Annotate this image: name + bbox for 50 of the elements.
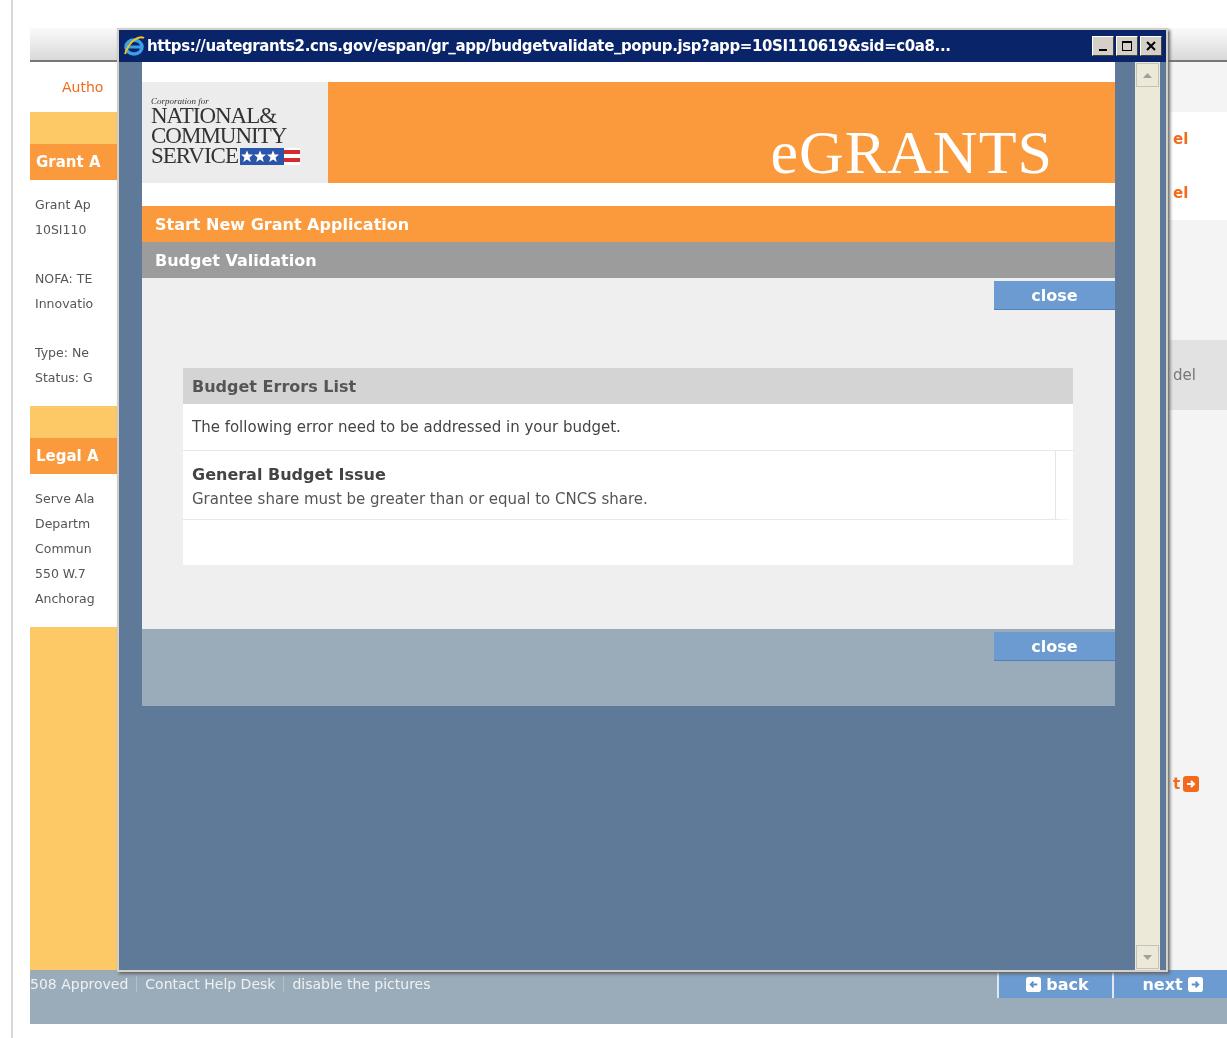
sidebar-text: 550 W.7 <box>35 565 87 583</box>
browser-icon <box>123 35 145 57</box>
logo-caption: Corporation for <box>151 96 209 106</box>
sidebar-text: Serve Ala <box>35 490 96 508</box>
table-header-cell: del <box>1167 340 1227 410</box>
close-button[interactable] <box>1140 36 1162 56</box>
sidebar-text: Departm <box>35 515 92 533</box>
panel-title: Budget Errors List <box>183 368 1073 404</box>
minimize-icon <box>1099 49 1107 51</box>
sidebar-link[interactable]: Autho <box>62 79 104 95</box>
sidebar-text: NOFA: TE <box>35 270 94 288</box>
sidebar-text: Status: G <box>35 369 94 387</box>
minimize-button[interactable] <box>1092 36 1114 56</box>
section-title: Budget Validation <box>155 250 317 270</box>
up-arrow-icon <box>1143 72 1152 78</box>
issue-text: Grantee share must be greater than or equal to CNCS share. <box>192 489 649 510</box>
logo-text: NATIONAL& <box>151 106 277 126</box>
action-link[interactable]: el <box>1173 130 1189 148</box>
nav-title: Start New Grant Application <box>155 214 410 234</box>
flag-icon <box>240 148 300 165</box>
sidebar-text: Grant Ap <box>35 196 92 214</box>
maximize-icon <box>1122 41 1132 51</box>
sidebar-text: 10SI110 <box>35 221 88 239</box>
sidebar-section-title: Grant A <box>30 144 118 180</box>
action-link[interactable]: el <box>1173 184 1189 202</box>
window-title: https://uategrants2.cns.gov/espan/gr_app/budgetvalidate_popup.jsp?app=10SI110619&sid=c0a8... <box>147 37 952 55</box>
footer-link[interactable]: 508 Approved <box>30 976 137 992</box>
panel-text: The following error need to be addressed in your budget. <box>183 404 1073 451</box>
back-button[interactable]: back <box>997 970 1112 998</box>
sidebar-text: Innovatio <box>35 295 95 313</box>
issue-title: General Budget Issue <box>192 464 387 486</box>
down-arrow-icon <box>1143 954 1152 960</box>
sidebar-text: Anchorag <box>35 590 96 608</box>
arrow-right-icon <box>1187 976 1203 992</box>
brand-title: eGRANTS <box>770 121 1053 183</box>
logo-text: SERVICE <box>151 146 238 166</box>
maximize-button[interactable] <box>1116 36 1138 56</box>
sidebar-section-title: Legal A <box>30 438 118 474</box>
close-button[interactable]: close <box>994 281 1115 310</box>
arrow-left-icon <box>1026 976 1042 992</box>
arrow-right-icon <box>1183 776 1200 792</box>
close-button[interactable]: close <box>994 632 1115 661</box>
next-link[interactable]: t <box>1173 775 1181 793</box>
close-icon <box>1146 41 1156 51</box>
logo-text: COMMUNITY <box>151 126 287 146</box>
sidebar-text: Type: Ne <box>35 344 90 362</box>
footer-link[interactable]: Contact Help Desk <box>136 976 284 992</box>
next-button[interactable]: next <box>1112 970 1227 998</box>
sidebar-text: Commun <box>35 540 93 558</box>
footer-link[interactable]: disable the pictures <box>283 976 439 992</box>
